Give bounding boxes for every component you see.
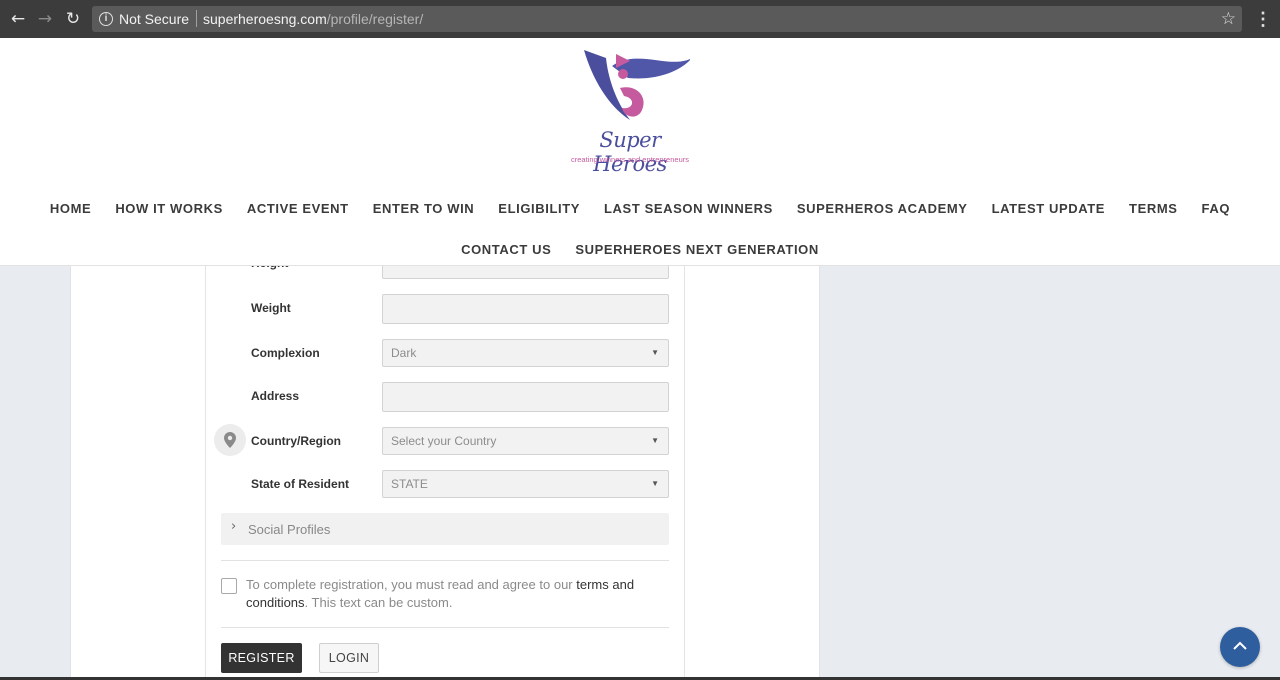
state-label: State of Resident [251, 477, 350, 491]
social-profiles-label: Social Profiles [248, 522, 331, 537]
state-value: STATE [391, 477, 428, 491]
chevron-down-icon: ▼ [651, 436, 659, 445]
scroll-to-top-button[interactable] [1220, 627, 1260, 667]
nav-latest-update[interactable]: LATEST UPDATE [992, 201, 1105, 216]
divider [221, 627, 669, 628]
terms-text-after: . This text can be custom. [304, 595, 453, 610]
back-icon[interactable]: ← [8, 9, 28, 29]
main-navigation: HOME HOW IT WORKS ACTIVE EVENT ENTER TO … [0, 188, 1280, 270]
address-label: Address [251, 389, 300, 403]
country-select[interactable]: Select your Country ▼ [382, 427, 669, 455]
location-pin-icon [214, 424, 246, 456]
nav-eligibility[interactable]: ELIGIBILITY [498, 201, 580, 216]
security-label[interactable]: Not Secure [119, 11, 189, 27]
url-separator [196, 10, 197, 27]
chevron-up-icon [1233, 641, 1247, 650]
site-header: Super Heroes creating winners and entrep… [0, 38, 1280, 266]
site-logo[interactable]: Super Heroes creating winners and entrep… [560, 44, 700, 176]
nav-contact-us[interactable]: CONTACT US [461, 242, 551, 257]
register-button[interactable]: REGISTER [221, 643, 302, 673]
logo-title: Super Heroes [593, 128, 667, 176]
chevron-down-icon: ▼ [651, 348, 659, 357]
divider [221, 560, 669, 561]
complexion-select[interactable]: Dark ▼ [382, 339, 669, 367]
logo-tagline: creating winners and entrepreneurs [571, 155, 689, 164]
complexion-value: Dark [391, 346, 417, 360]
browser-menu-icon[interactable]: ⋮ [1254, 9, 1272, 29]
superhero-logo-icon [584, 50, 690, 120]
state-select[interactable]: STATE ▼ [382, 470, 669, 498]
login-button[interactable]: LOGIN [319, 643, 379, 673]
chevron-down-icon: ▼ [651, 479, 659, 488]
nav-terms[interactable]: TERMS [1129, 201, 1178, 216]
nav-home[interactable]: HOME [50, 201, 91, 216]
nav-faq[interactable]: FAQ [1202, 201, 1231, 216]
url-text[interactable]: superheroesng.com/profile/register/ [203, 11, 423, 27]
nav-row-1: HOME HOW IT WORKS ACTIVE EVENT ENTER TO … [0, 188, 1280, 229]
weight-input[interactable] [382, 294, 669, 324]
forward-icon[interactable]: → [35, 9, 55, 29]
terms-text: To complete registration, you must read … [246, 576, 666, 612]
address-input[interactable] [382, 382, 669, 412]
weight-label: Weight [251, 301, 291, 315]
address-bar[interactable]: i Not Secure superheroesng.com/profile/r… [92, 6, 1242, 32]
country-placeholder: Select your Country [391, 434, 497, 448]
reload-icon[interactable]: ↻ [63, 9, 83, 29]
complexion-label: Complexion [251, 346, 320, 360]
nav-row-2: CONTACT US SUPERHEROES NEXT GENERATION [0, 229, 1280, 270]
nav-superheroes-next-generation[interactable]: SUPERHEROES NEXT GENERATION [575, 242, 819, 257]
nav-how-it-works[interactable]: HOW IT WORKS [115, 201, 223, 216]
nav-enter-to-win[interactable]: ENTER TO WIN [373, 201, 475, 216]
url-path: /profile/register/ [326, 11, 424, 27]
terms-text-before: To complete registration, you must read … [246, 577, 577, 592]
nav-active-event[interactable]: ACTIVE EVENT [247, 201, 349, 216]
country-label: Country/Region [251, 434, 341, 448]
url-host: superheroesng.com [203, 11, 327, 27]
info-icon[interactable]: i [99, 12, 113, 26]
browser-toolbar: ← → ↻ i Not Secure superheroesng.com/pro… [0, 0, 1280, 38]
bookmark-star-icon[interactable]: ☆ [1221, 9, 1236, 29]
nav-last-season-winners[interactable]: LAST SEASON WINNERS [604, 201, 773, 216]
chevron-right-icon: › [231, 519, 237, 534]
social-profiles-toggle[interactable]: › Social Profiles [221, 513, 669, 545]
terms-checkbox[interactable] [221, 578, 237, 594]
nav-superheros-academy[interactable]: SUPERHEROS ACADEMY [797, 201, 968, 216]
